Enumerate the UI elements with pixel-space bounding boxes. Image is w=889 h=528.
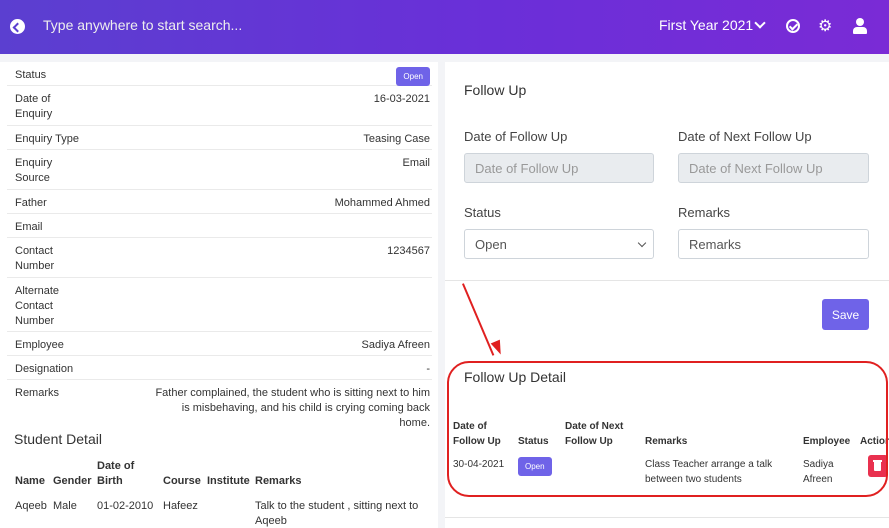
student-cell-course: Hafeez — [163, 500, 198, 512]
follow-up-status-label: Status — [464, 205, 501, 220]
detail-row-remarks: Remarks Father complained, the student w… — [7, 380, 432, 429]
student-header-remarks: Remarks — [255, 475, 302, 487]
detail-label: Contact Number — [15, 245, 55, 272]
detail-row-source: Enquiry Source Email — [7, 150, 432, 190]
student-header-institute: Institute — [207, 475, 250, 487]
annotation-highlight — [447, 361, 888, 497]
detail-row-email: Email — [7, 214, 432, 238]
divider — [445, 280, 889, 281]
detail-row-date: Date of Enquiry 16-03-2021 — [7, 86, 432, 126]
detail-label: Email — [15, 221, 43, 233]
detail-row-contact: Contact Number 1234567 — [7, 238, 432, 278]
detail-value: 16-03-2021 — [373, 93, 430, 105]
detail-label: Employee — [15, 339, 64, 351]
detail-value: Father complained, the student who is si… — [155, 387, 430, 429]
detail-label: Date of Enquiry — [15, 93, 53, 120]
gears-icon[interactable]: ⚙ — [818, 16, 832, 36]
enquiry-details-panel: Status Open Date of Enquiry 16-03-2021 E… — [0, 62, 438, 528]
save-button[interactable]: Save — [822, 299, 869, 330]
detail-label: Status — [15, 69, 47, 81]
detail-label: Alternate Contact Number — [15, 285, 60, 327]
student-detail-title: Student Detail — [14, 431, 102, 447]
follow-up-remarks-label: Remarks — [678, 205, 731, 220]
follow-up-date-label: Date of Follow Up — [464, 129, 568, 144]
follow-up-date-input[interactable]: Date of Follow Up — [464, 153, 654, 183]
chevron-down-icon[interactable] — [754, 17, 766, 29]
student-cell-dob: 01-02-2010 — [97, 500, 154, 512]
detail-row-type: Enquiry Type Teasing Case — [7, 126, 432, 150]
detail-value: Mohammed Ahmed — [334, 197, 430, 209]
detail-label: Remarks — [15, 387, 60, 399]
student-header-gender: Gender — [53, 475, 92, 487]
detail-value: - — [426, 363, 430, 375]
student-cell-gender: Male — [53, 500, 77, 512]
search-input[interactable]: Type anywhere to start search... — [43, 17, 242, 33]
follow-up-title: Follow Up — [464, 82, 527, 98]
student-cell-name: Aqeeb — [15, 500, 47, 512]
detail-row-father: Father Mohammed Ahmed — [7, 190, 432, 214]
detail-value: Email — [402, 157, 430, 169]
status-select-value: Open — [475, 237, 507, 252]
detail-label: Enquiry Type — [15, 133, 80, 145]
follow-up-status-select[interactable]: Open — [464, 229, 654, 259]
detail-label: Enquiry Source — [15, 157, 53, 184]
next-follow-up-date-input[interactable]: Date of Next Follow Up — [678, 153, 869, 183]
detail-label: Father — [15, 197, 47, 209]
year-selector[interactable]: First Year 2021 — [659, 17, 753, 33]
detail-row-designation: Designation - — [7, 356, 432, 380]
next-follow-up-date-label: Date of Next Follow Up — [678, 129, 812, 144]
student-cell-remarks: Talk to the student , sitting next to Aq… — [255, 500, 419, 527]
check-circle-icon[interactable] — [786, 19, 800, 33]
detail-value: Teasing Case — [363, 133, 430, 145]
detail-value: Sadiya Afreen — [361, 339, 431, 351]
student-header-dob: Date of Birth — [97, 460, 135, 487]
top-bar: Type anywhere to start search... First Y… — [0, 0, 889, 54]
back-arrow-icon[interactable] — [10, 19, 25, 34]
status-badge: Open — [396, 67, 430, 86]
detail-value: 1234567 — [387, 245, 430, 257]
follow-up-remarks-input[interactable]: Remarks — [678, 229, 869, 259]
student-header-course: Course — [163, 475, 201, 487]
detail-row-employee: Employee Sadiya Afreen — [7, 332, 432, 356]
divider — [445, 517, 889, 518]
detail-row-status: Status Open — [7, 62, 432, 86]
chevron-down-icon — [637, 238, 647, 248]
detail-row-alt-contact: Alternate Contact Number — [7, 278, 432, 332]
user-icon[interactable] — [853, 18, 867, 34]
detail-label: Designation — [15, 363, 74, 375]
student-header-name: Name — [15, 475, 45, 487]
